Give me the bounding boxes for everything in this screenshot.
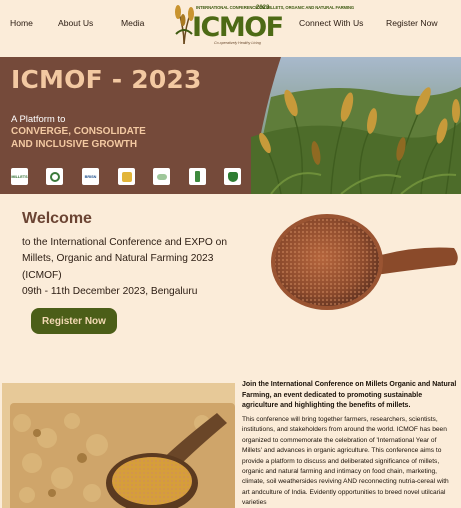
- top-navigation: Home About Us Media INTERNATIONAL CONFER…: [0, 0, 461, 48]
- millet-field-image: [251, 57, 461, 194]
- nav-about-us[interactable]: About Us: [58, 18, 93, 28]
- partner-logo-brisn: BRISN: [82, 168, 99, 185]
- millet-scoop-illustration: [2, 383, 235, 508]
- logo-tagline: Co-operatively Healthy Living: [214, 41, 261, 45]
- logo-year: 2023: [256, 5, 270, 11]
- register-now-button[interactable]: Register Now: [31, 308, 117, 334]
- about-body: This conference will bring together farm…: [242, 416, 449, 507]
- nav-connect-with-us[interactable]: Connect With Us: [299, 18, 363, 28]
- nav-home[interactable]: Home: [10, 18, 33, 28]
- logo-name: ICMOF: [192, 12, 284, 43]
- logo-top-line: INTERNATIONAL CONFERENCE ON MILLETS, ORG…: [196, 5, 355, 10]
- event-date: 09th - 11th December 2023, Bengaluru: [22, 285, 198, 297]
- nav-register-now[interactable]: Register Now: [386, 18, 438, 28]
- hero-tagline-line-1: CONVERGE, CONSOLIDATE: [11, 126, 146, 137]
- welcome-heading: Welcome: [22, 210, 92, 227]
- hero-title: ICMOF - 2023: [11, 65, 202, 94]
- hero-banner: ICMOF - 2023 A Platform to CONVERGE, CON…: [0, 57, 461, 194]
- partner-logo-leaf: [153, 168, 170, 185]
- hero-tagline-line-2: AND INCLUSIVE GROWTH: [11, 139, 138, 150]
- partner-logo-millets: MILLETS: [11, 168, 28, 185]
- partner-logos: MILLETS BRISN: [11, 168, 251, 186]
- partner-logo-green: [189, 168, 206, 185]
- millet-scoop-image: [2, 383, 235, 508]
- nav-media[interactable]: Media: [121, 18, 144, 28]
- welcome-text: to the International Conference and EXPO…: [22, 235, 232, 300]
- hero-subtitle: A Platform to: [11, 114, 66, 125]
- partner-logo-emblem: [46, 168, 63, 185]
- millet-spoon-image: [271, 214, 458, 310]
- icmof-logo[interactable]: INTERNATIONAL CONFERENCE ON MILLETS, ORG…: [172, 4, 354, 46]
- partner-logo-shield: [224, 168, 241, 185]
- welcome-description: to the International Conference and EXPO…: [22, 237, 228, 281]
- about-heading: Join the International Conference on Mil…: [242, 381, 457, 410]
- partner-logo-yellow: [118, 168, 135, 185]
